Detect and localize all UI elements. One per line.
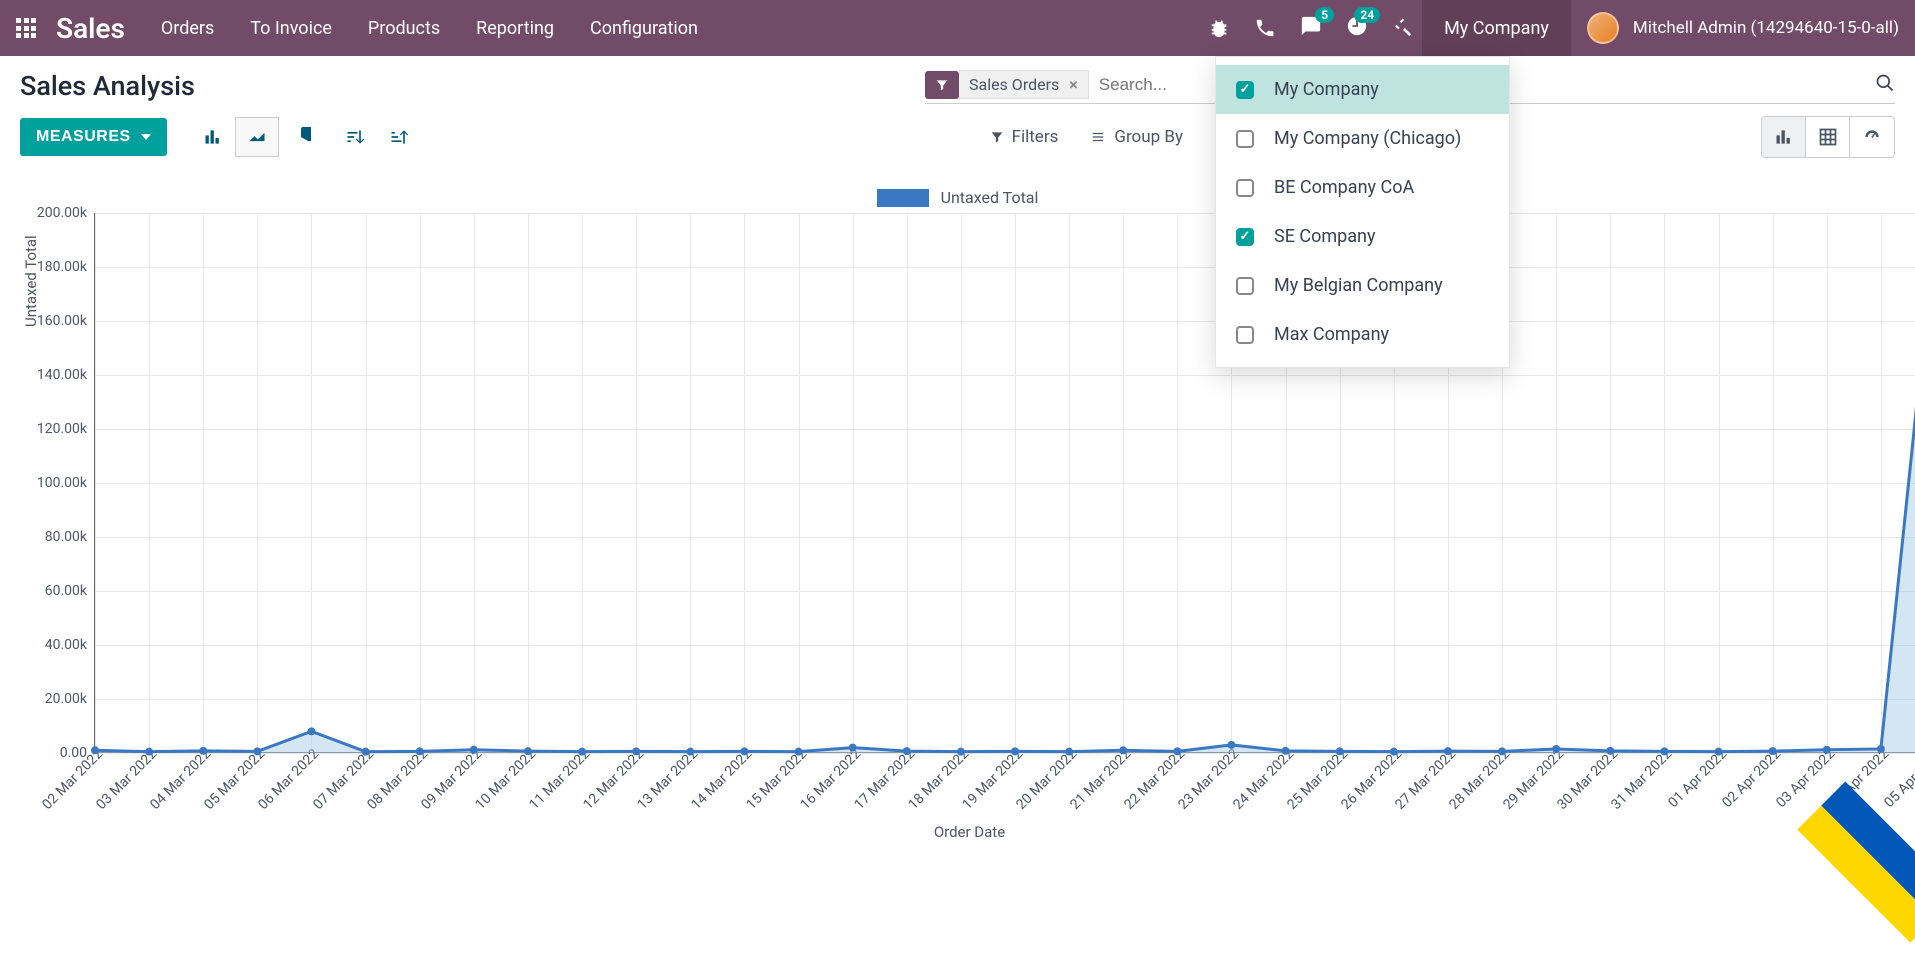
messages-icon-wrapper[interactable]: 5 xyxy=(1300,15,1322,41)
phone-icon[interactable] xyxy=(1254,17,1276,39)
facet-remove[interactable]: × xyxy=(1069,75,1078,94)
nav-right: 5 24 xyxy=(1208,15,1414,41)
nav-configuration[interactable]: Configuration xyxy=(590,18,698,39)
y-tick: 40.00k xyxy=(27,637,87,653)
company-switcher-label: My Company xyxy=(1444,18,1549,39)
user-menu[interactable]: Mitchell Admin (14294640-15-0-all) xyxy=(1587,12,1899,44)
nav-orders[interactable]: Orders xyxy=(161,18,214,39)
page-title: Sales Analysis xyxy=(20,70,195,102)
chart-legend: Untaxed Total xyxy=(10,188,1905,207)
checkbox-icon[interactable] xyxy=(1236,277,1254,295)
nav-reporting[interactable]: Reporting xyxy=(476,18,554,39)
y-tick: 100.00k xyxy=(27,475,87,491)
company-option[interactable]: SE Company xyxy=(1216,212,1509,261)
chevron-down-icon xyxy=(141,134,151,140)
filters-button[interactable]: Filters xyxy=(990,127,1059,147)
line-chart-button[interactable] xyxy=(235,117,279,157)
company-option[interactable]: My Belgian Company xyxy=(1216,261,1509,310)
company-option-label: My Company xyxy=(1274,79,1379,100)
checkbox-icon[interactable] xyxy=(1236,81,1254,99)
search-facet xyxy=(925,71,959,99)
bug-icon[interactable] xyxy=(1208,17,1230,39)
checkbox-icon[interactable] xyxy=(1236,179,1254,197)
company-option[interactable]: My Company (Chicago) xyxy=(1216,114,1509,163)
checkbox-icon[interactable] xyxy=(1236,228,1254,246)
y-tick: 120.00k xyxy=(27,421,87,437)
legend-swatch xyxy=(877,189,929,207)
company-option-label: My Company (Chicago) xyxy=(1274,128,1461,149)
y-tick: 160.00k xyxy=(27,313,87,329)
activities-badge: 24 xyxy=(1354,7,1380,23)
company-option[interactable]: Max Company xyxy=(1216,310,1509,359)
top-navbar: Sales Orders To Invoice Products Reporti… xyxy=(0,0,1915,56)
y-tick: 140.00k xyxy=(27,367,87,383)
user-name: Mitchell Admin (14294640-15-0-all) xyxy=(1633,18,1899,38)
view-switcher xyxy=(1761,116,1895,158)
measures-button[interactable]: MEASURES xyxy=(20,118,167,156)
company-option[interactable]: BE Company CoA xyxy=(1216,163,1509,212)
y-tick: 60.00k xyxy=(27,583,87,599)
dashboard-view-button[interactable] xyxy=(1850,117,1894,157)
search-icon[interactable] xyxy=(1875,73,1895,97)
groupby-button[interactable]: Group By xyxy=(1090,127,1183,147)
y-tick: 80.00k xyxy=(27,529,87,545)
legend-label: Untaxed Total xyxy=(941,188,1039,207)
company-dropdown: My Company My Company (Chicago) BE Company… xyxy=(1215,56,1510,368)
tools-icon[interactable] xyxy=(1392,17,1414,39)
pie-chart-button[interactable] xyxy=(279,117,323,157)
y-tick: 180.00k xyxy=(27,259,87,275)
bar-chart-button[interactable] xyxy=(191,117,235,157)
nav-products[interactable]: Products xyxy=(368,18,440,39)
y-tick: 0.00 xyxy=(27,745,87,761)
y-tick: 200.00k xyxy=(27,205,87,221)
app-brand[interactable]: Sales xyxy=(56,12,125,45)
facet-value: Sales Orders × xyxy=(959,70,1089,99)
checkbox-icon[interactable] xyxy=(1236,326,1254,344)
nav-menu: Orders To Invoice Products Reporting Con… xyxy=(161,18,698,39)
nav-to-invoice[interactable]: To Invoice xyxy=(250,18,332,39)
chart-line xyxy=(95,213,1915,753)
apps-icon[interactable] xyxy=(16,18,36,38)
chart-area: Untaxed Total Untaxed Total 0.0020.00k40… xyxy=(0,168,1915,898)
pivot-view-button[interactable] xyxy=(1806,117,1850,157)
graph-view-button[interactable] xyxy=(1762,117,1806,157)
sort-desc-button[interactable] xyxy=(333,117,377,157)
company-option-label: BE Company CoA xyxy=(1274,177,1414,198)
search-options: Filters Group By xyxy=(990,127,1231,147)
plot-area: 0.0020.00k40.00k60.00k80.00k100.00k120.0… xyxy=(94,213,1915,753)
filter-icon xyxy=(925,78,959,92)
avatar xyxy=(1587,12,1619,44)
messages-badge: 5 xyxy=(1315,7,1334,23)
company-option-label: Max Company xyxy=(1274,324,1389,345)
chart-type-switcher xyxy=(191,117,421,157)
company-option-label: SE Company xyxy=(1274,226,1376,247)
activities-icon-wrapper[interactable]: 24 xyxy=(1346,15,1368,41)
company-option[interactable]: My Company xyxy=(1216,65,1509,114)
sort-asc-button[interactable] xyxy=(377,117,421,157)
x-axis-label: Order Date xyxy=(34,823,1905,841)
company-option-label: My Belgian Company xyxy=(1274,275,1443,296)
y-tick: 20.00k xyxy=(27,691,87,707)
control-panel: Sales Analysis Sales Orders × MEASURES xyxy=(0,56,1915,168)
checkbox-icon[interactable] xyxy=(1236,130,1254,148)
company-switcher[interactable]: My Company xyxy=(1422,0,1571,56)
